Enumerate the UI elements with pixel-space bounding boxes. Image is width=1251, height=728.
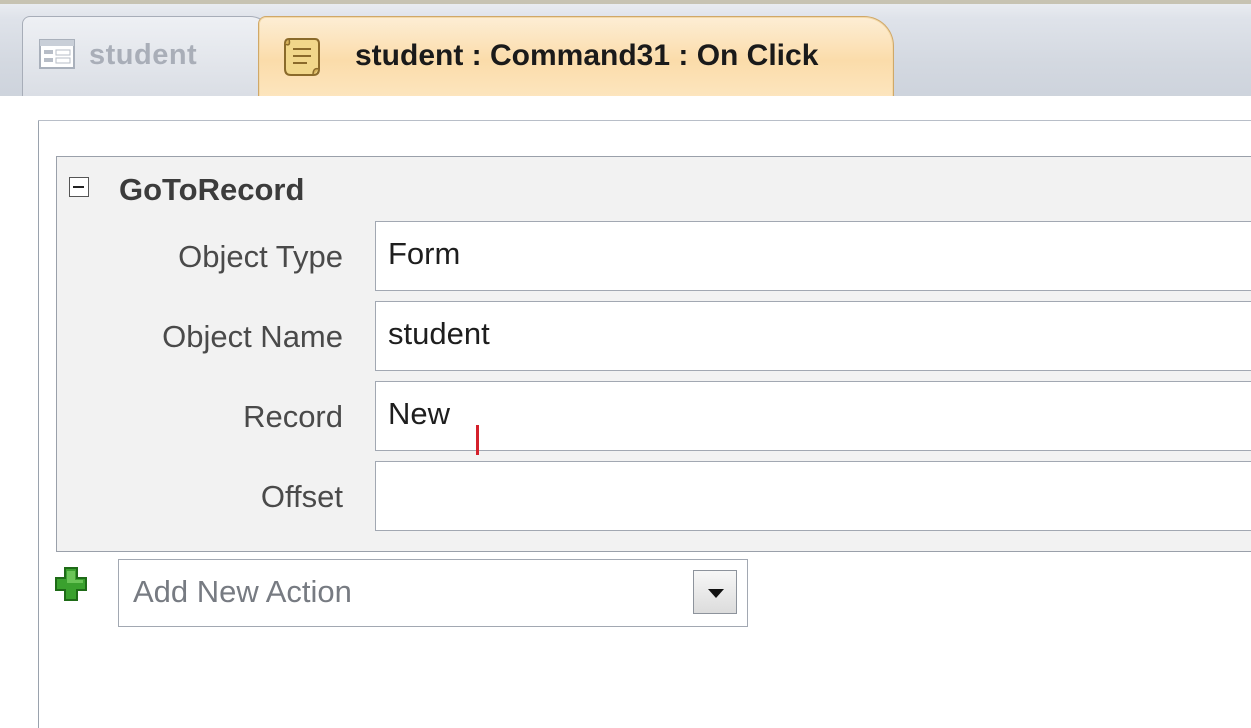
tab-label: student <box>89 39 198 71</box>
add-new-action-placeholder: Add New Action <box>133 574 352 609</box>
argument-label-object-name: Object Name <box>162 319 343 354</box>
tab-label: student : Command31 : On Click <box>355 39 819 72</box>
tab-student-form[interactable]: student <box>22 16 272 100</box>
object-type-field[interactable]: Form <box>375 221 1251 291</box>
argument-label-object-type: Object Type <box>178 239 343 274</box>
argument-label-offset: Offset <box>260 479 343 514</box>
chevron-down-icon[interactable] <box>693 570 737 614</box>
macro-designer: GoToRecord Object Type Form Object Name … <box>0 96 1251 728</box>
text-cursor <box>476 425 479 455</box>
action-name: GoToRecord <box>119 172 305 207</box>
macro-icon <box>281 35 323 79</box>
green-plus-icon <box>54 566 88 602</box>
action-block-gotorecord[interactable]: GoToRecord Object Type Form Object Name … <box>56 156 1251 552</box>
record-field[interactable]: New <box>375 381 1251 451</box>
offset-field[interactable] <box>375 461 1251 531</box>
form-icon <box>39 39 75 69</box>
argument-label-record: Record <box>243 399 343 434</box>
tab-macro-command31-on-click[interactable]: student : Command31 : On Click <box>258 16 894 104</box>
designer-border <box>38 120 39 728</box>
document-tab-strip: student student : Command31 : On Click <box>0 0 1251 104</box>
add-new-action-combo[interactable]: Add New Action <box>118 559 748 627</box>
collapse-minus-icon[interactable] <box>69 177 89 197</box>
designer-border <box>38 120 1251 121</box>
object-name-field[interactable]: student <box>375 301 1251 371</box>
